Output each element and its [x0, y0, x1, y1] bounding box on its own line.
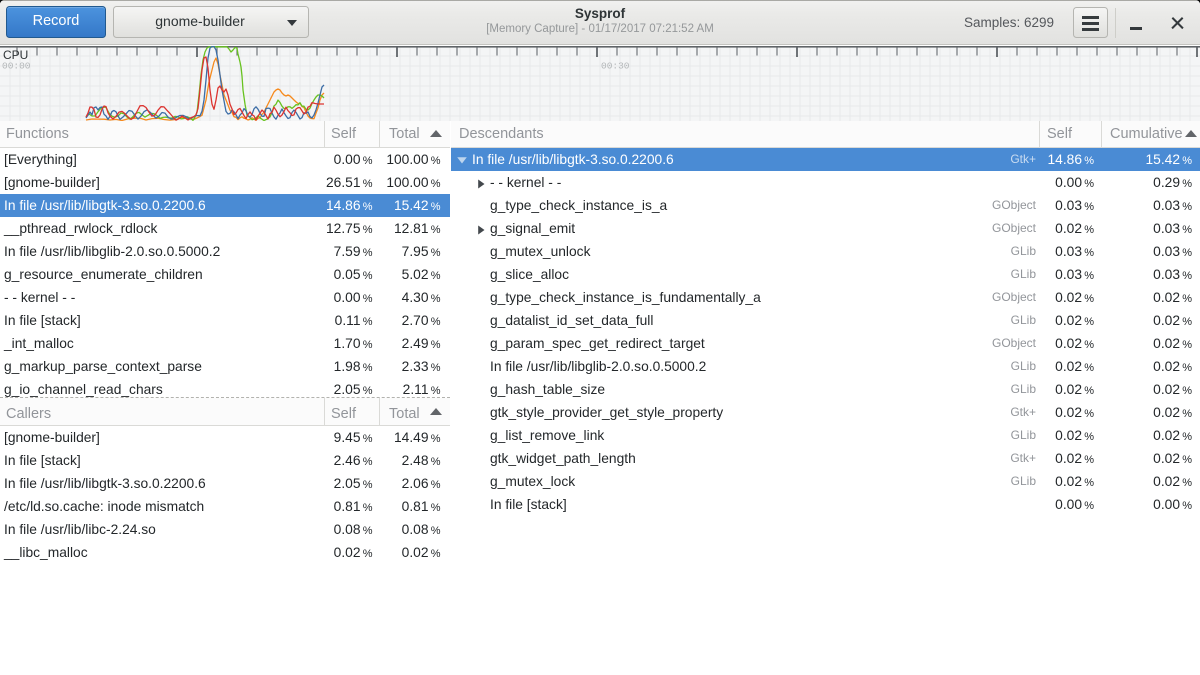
svg-text:00:30: 00:30 [601, 61, 630, 72]
svg-text:00:00: 00:00 [2, 61, 31, 72]
